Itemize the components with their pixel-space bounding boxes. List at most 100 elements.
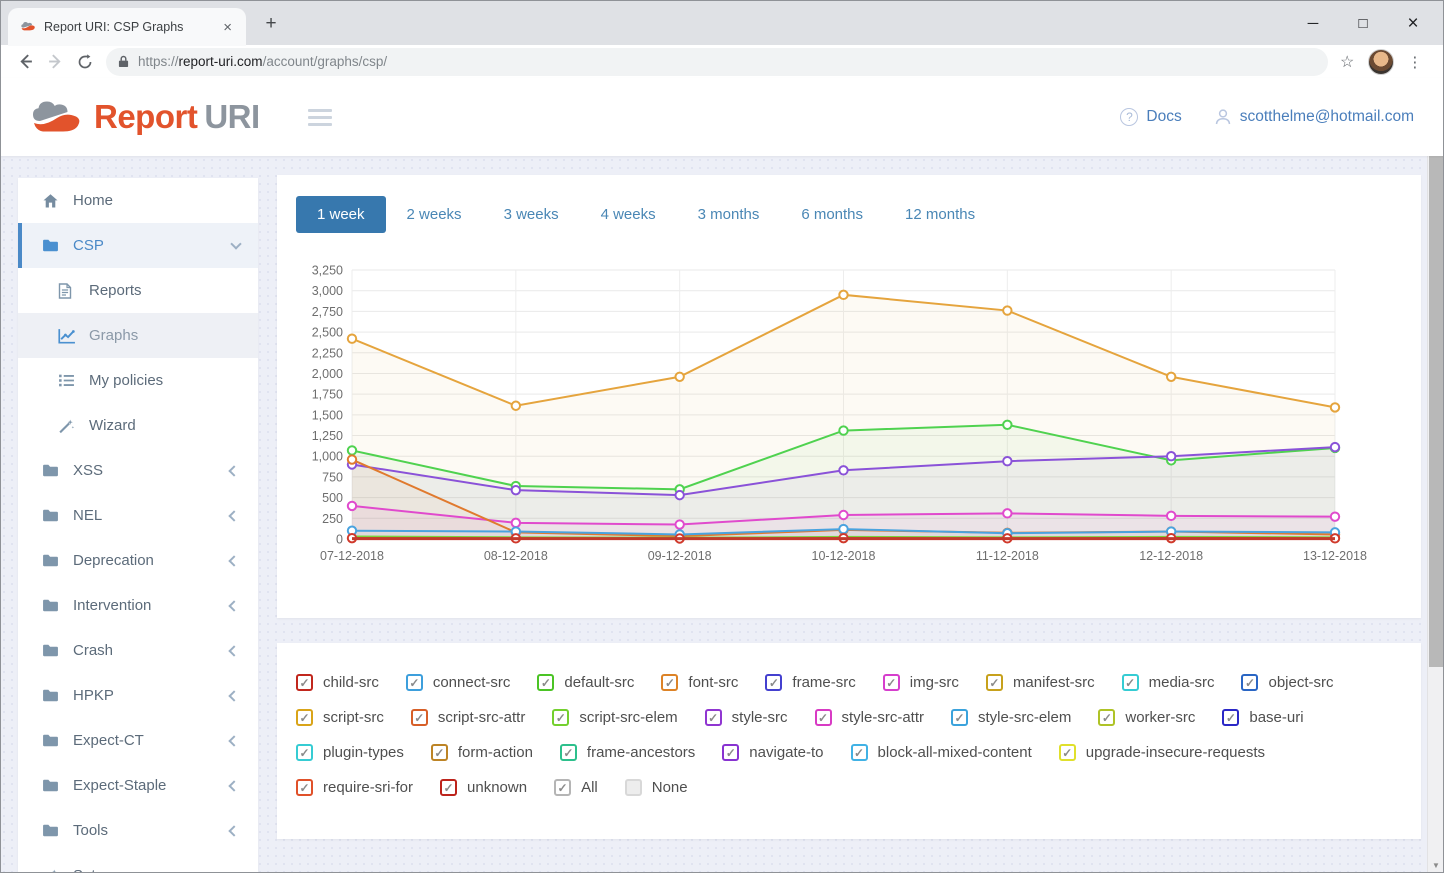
report-uri-logo[interactable]: ReportURI xyxy=(30,98,260,136)
docs-link[interactable]: ? Docs xyxy=(1120,108,1181,126)
legend-checkbox-frame-ancestors[interactable]: ✓frame-ancestors xyxy=(560,744,695,761)
sidebar-item-label: Expect-CT xyxy=(73,732,230,749)
legend-label: font-src xyxy=(688,674,738,691)
legend-checkbox-script-src-attr[interactable]: ✓script-src-attr xyxy=(411,709,526,726)
folder-icon xyxy=(42,238,60,254)
scrollbar-thumb[interactable] xyxy=(1429,93,1443,667)
legend-checkbox-block-all-mixed-content[interactable]: ✓block-all-mixed-content xyxy=(851,744,1032,761)
browser-menu-icon[interactable]: ⋮ xyxy=(1407,53,1422,71)
legend-checkbox-frame-src[interactable]: ✓frame-src xyxy=(765,674,855,691)
sidebar-item-reports[interactable]: Reports xyxy=(18,268,258,313)
refresh-button[interactable] xyxy=(70,49,100,75)
back-button[interactable] xyxy=(10,49,40,75)
url-text: https://report-uri.com/account/graphs/cs… xyxy=(138,54,387,69)
checkbox-checked-icon: ✓ xyxy=(554,779,571,796)
sidebar-item-deprecation[interactable]: Deprecation xyxy=(18,538,258,583)
legend-checkbox-navigate-to[interactable]: ✓navigate-to xyxy=(722,744,823,761)
sidebar-item-label: CSP xyxy=(73,237,232,254)
sidebar-item-nel[interactable]: NEL xyxy=(18,493,258,538)
chevron-left-icon xyxy=(228,645,239,656)
legend-label: script-src-attr xyxy=(438,709,526,726)
period-tab-3-months[interactable]: 3 months xyxy=(677,196,781,233)
folder-icon xyxy=(42,733,60,749)
sidebar-item-setup[interactable]: Setup xyxy=(18,853,258,873)
folder-icon xyxy=(42,553,60,569)
profile-avatar[interactable] xyxy=(1368,49,1394,75)
account-link[interactable]: scotthelme@hotmail.com xyxy=(1214,108,1414,126)
sidebar-item-my-policies[interactable]: My policies xyxy=(18,358,258,403)
legend-checkbox-media-src[interactable]: ✓media-src xyxy=(1122,674,1215,691)
legend-checkbox-base-uri[interactable]: ✓base-uri xyxy=(1222,709,1303,726)
svg-text:10-12-2018: 10-12-2018 xyxy=(812,549,876,563)
chevron-left-icon xyxy=(228,780,239,791)
legend-checkbox-object-src[interactable]: ✓object-src xyxy=(1241,674,1333,691)
legend-checkbox-child-src[interactable]: ✓ child-src xyxy=(296,674,379,691)
legend-checkbox-all[interactable]: ✓All xyxy=(554,779,598,796)
sidebar-nav: Home CSP Reports Graphs My policies WizardXSS… xyxy=(18,178,258,873)
legend-checkbox-manifest-src[interactable]: ✓manifest-src xyxy=(986,674,1095,691)
window-maximize-button[interactable]: □ xyxy=(1338,15,1388,32)
scrollbar-down-icon[interactable]: ▼ xyxy=(1428,861,1444,870)
hamburger-menu-icon[interactable] xyxy=(308,109,332,126)
sidebar-item-label: My policies xyxy=(89,372,240,389)
period-tab-4-weeks[interactable]: 4 weeks xyxy=(580,196,677,233)
sidebar-item-csp[interactable]: CSP xyxy=(18,223,258,268)
bookmark-star-icon[interactable]: ☆ xyxy=(1340,52,1354,72)
period-tab-6-months[interactable]: 6 months xyxy=(780,196,884,233)
sidebar-item-home[interactable]: Home xyxy=(18,178,258,223)
window-minimize-button[interactable]: ─ xyxy=(1288,15,1338,32)
site-header: ReportURI ? Docs scotthelme@hotmail.com xyxy=(0,78,1444,156)
directive-legend-card: ✓child-src✓connect-src✓default-src✓font-… xyxy=(277,643,1421,839)
sidebar-item-crash[interactable]: Crash xyxy=(18,628,258,673)
legend-checkbox-unknown[interactable]: ✓unknown xyxy=(440,779,527,796)
legend-checkbox-script-src-elem[interactable]: ✓script-src-elem xyxy=(552,709,677,726)
legend-label: frame-ancestors xyxy=(587,744,695,761)
sidebar-item-label: Reports xyxy=(89,282,240,299)
legend-checkbox-img-src[interactable]: ✓img-src xyxy=(883,674,959,691)
legend-checkbox-require-sri-for[interactable]: ✓require-sri-for xyxy=(296,779,413,796)
period-tab-2-weeks[interactable]: 2 weeks xyxy=(386,196,483,233)
legend-checkbox-style-src-elem[interactable]: ✓style-src-elem xyxy=(951,709,1071,726)
legend-checkbox-script-src[interactable]: ✓script-src xyxy=(296,709,384,726)
legend-label: style-src-elem xyxy=(978,709,1071,726)
logo-text-report: Report xyxy=(94,98,197,135)
sidebar-item-expect-ct[interactable]: Expect-CT xyxy=(18,718,258,763)
sidebar-item-graphs[interactable]: Graphs xyxy=(18,313,258,358)
sidebar-item-expect-staple[interactable]: Expect-Staple xyxy=(18,763,258,808)
sidebar-item-intervention[interactable]: Intervention xyxy=(18,583,258,628)
legend-label: child-src xyxy=(323,674,379,691)
sidebar-item-hpkp[interactable]: HPKP xyxy=(18,673,258,718)
period-tab-1-week[interactable]: 1 week xyxy=(296,196,386,233)
legend-row: ✓script-src✓script-src-attr✓script-src-e… xyxy=(296,700,1421,735)
url-bar[interactable]: https://report-uri.com/account/graphs/cs… xyxy=(106,48,1328,76)
legend-checkbox-none[interactable]: None xyxy=(625,779,688,796)
legend-checkbox-style-src-attr[interactable]: ✓style-src-attr xyxy=(815,709,925,726)
page-scrollbar[interactable]: ▲ ▼ xyxy=(1427,78,1444,873)
browser-tab[interactable]: Report URI: CSP Graphs × xyxy=(8,8,246,46)
period-tab-12-months[interactable]: 12 months xyxy=(884,196,996,233)
checkbox-checked-icon: ✓ xyxy=(815,709,832,726)
legend-checkbox-plugin-types[interactable]: ✓plugin-types xyxy=(296,744,404,761)
wand-icon xyxy=(58,418,76,434)
legend-checkbox-default-src[interactable]: ✓default-src xyxy=(537,674,634,691)
checkbox-checked-icon: ✓ xyxy=(296,674,313,691)
period-tab-3-weeks[interactable]: 3 weeks xyxy=(483,196,580,233)
legend-label: form-action xyxy=(458,744,533,761)
new-tab-button[interactable]: + xyxy=(258,13,284,35)
sidebar-item-tools[interactable]: Tools xyxy=(18,808,258,853)
tab-close-icon[interactable]: × xyxy=(219,19,236,36)
file-icon xyxy=(58,283,76,299)
window-close-button[interactable]: × xyxy=(1388,13,1438,35)
checkbox-checked-icon: ✓ xyxy=(296,779,313,796)
legend-checkbox-worker-src[interactable]: ✓worker-src xyxy=(1098,709,1195,726)
legend-checkbox-upgrade-insecure-requests[interactable]: ✓upgrade-insecure-requests xyxy=(1059,744,1265,761)
legend-checkbox-form-action[interactable]: ✓form-action xyxy=(431,744,533,761)
sidebar-item-xss[interactable]: XSS xyxy=(18,448,258,493)
legend-label: script-src-elem xyxy=(579,709,677,726)
legend-checkbox-style-src[interactable]: ✓style-src xyxy=(705,709,788,726)
legend-checkbox-connect-src[interactable]: ✓connect-src xyxy=(406,674,511,691)
legend-checkbox-font-src[interactable]: ✓font-src xyxy=(661,674,738,691)
sidebar-item-wizard[interactable]: Wizard xyxy=(18,403,258,448)
legend-label: script-src xyxy=(323,709,384,726)
forward-button[interactable] xyxy=(40,49,70,75)
